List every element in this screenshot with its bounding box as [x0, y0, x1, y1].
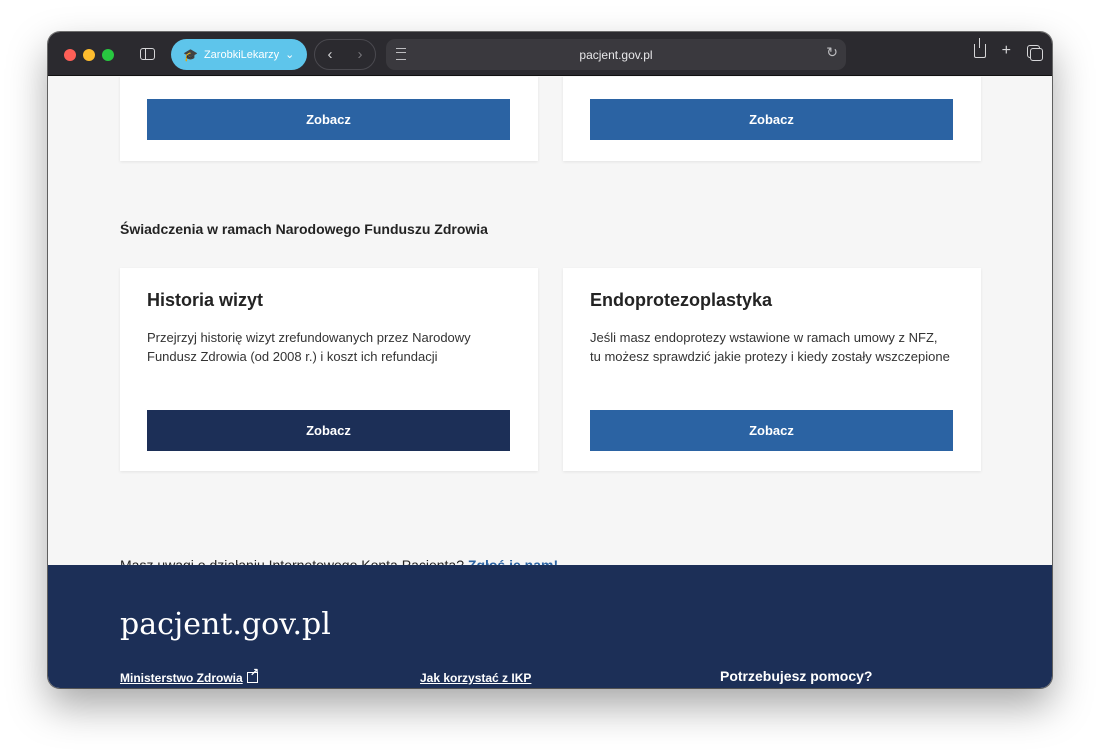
zoom-window-button[interactable]	[102, 49, 114, 61]
browser-toolbar: 🎓 ZarobkiLekarzy ⌄ ‹ › pacjent.gov.pl ↻ …	[48, 32, 1052, 76]
chevron-down-icon: ⌄	[285, 49, 295, 61]
profile-switcher[interactable]: 🎓 ZarobkiLekarzy ⌄	[171, 39, 307, 70]
card-title: Endoprotezoplastyka	[590, 290, 773, 310]
page-menu-icon[interactable]	[396, 48, 406, 60]
see-visit-history-button[interactable]: Zobacz	[147, 410, 510, 451]
ministry-of-health-link[interactable]: Ministerstwo Zdrowia	[120, 666, 259, 685]
footer-link-label: Ministerstwo Zdrowia	[120, 671, 243, 685]
section-heading: Świadczenia w ramach Narodowego Funduszu…	[120, 221, 488, 237]
help-heading: Potrzebujesz pomocy?	[720, 668, 873, 684]
reload-icon[interactable]: ↻	[826, 44, 838, 61]
address-bar[interactable]: pacjent.gov.pl ↻	[386, 39, 846, 70]
new-tab-icon[interactable]: +	[1002, 42, 1011, 60]
back-button[interactable]: ‹	[328, 46, 333, 63]
top-card-left: Zobacz	[120, 77, 538, 161]
minimize-window-button[interactable]	[83, 49, 95, 61]
page-content: Zobacz Zobacz Świadczenia w ramach Narod…	[48, 77, 1052, 688]
how-to-use-ikp-link[interactable]: Jak korzystać z IKP	[420, 671, 531, 685]
profile-label: ZarobkiLekarzy	[203, 48, 280, 61]
card-endoprosthesis: Endoprotezoplastyka Jeśli masz endoprote…	[563, 268, 981, 471]
sidebar-icon	[139, 48, 155, 60]
site-footer: pacjent.gov.pl Ministerstwo Zdrowia Jak …	[48, 565, 1052, 688]
forward-button[interactable]: ›	[358, 46, 363, 63]
toolbar-right-actions: +	[973, 38, 1043, 61]
url-text: pacjent.gov.pl	[579, 47, 653, 62]
card-visit-history: Historia wizyt Przejrzyj historię wizyt …	[120, 268, 538, 471]
sidebar-toggle-button[interactable]	[134, 42, 160, 66]
card-description: Jeśli masz endoprotezy wstawione w ramac…	[590, 330, 950, 364]
share-icon[interactable]	[973, 38, 986, 58]
see-button[interactable]: Zobacz	[590, 99, 953, 140]
card-description: Przejrzyj historię wizyt zrefundowanych …	[147, 330, 471, 364]
top-card-right: Zobacz	[563, 77, 981, 161]
footer-logo[interactable]: pacjent.gov.pl	[120, 607, 331, 642]
tab-overview-icon[interactable]	[1027, 44, 1043, 61]
close-window-button[interactable]	[64, 49, 76, 61]
navigation-buttons: ‹ ›	[314, 39, 376, 70]
graduation-cap-icon: 🎓	[183, 47, 198, 62]
browser-window: 🎓 ZarobkiLekarzy ⌄ ‹ › pacjent.gov.pl ↻ …	[48, 32, 1052, 688]
see-endoprosthesis-button[interactable]: Zobacz	[590, 410, 953, 451]
external-link-icon	[246, 666, 259, 683]
see-button[interactable]: Zobacz	[147, 99, 510, 140]
card-title: Historia wizyt	[147, 290, 264, 310]
